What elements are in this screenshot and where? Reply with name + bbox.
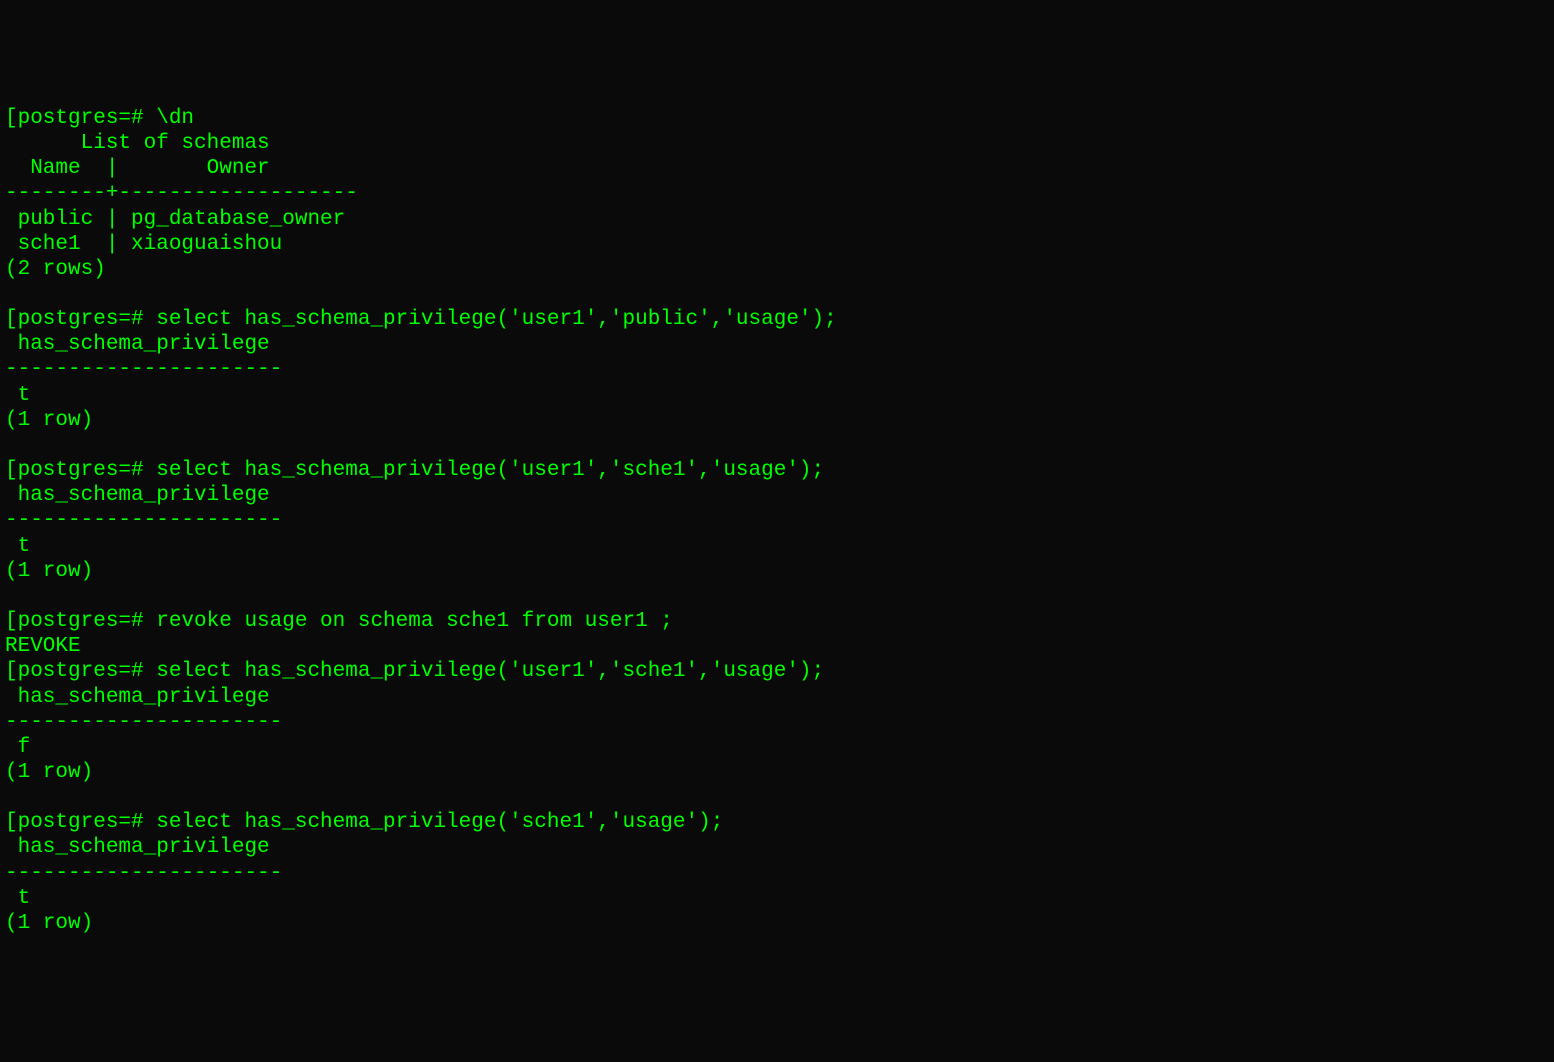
terminal-line: [postgres=# select has_schema_privilege(… xyxy=(5,307,1549,332)
terminal-line: (1 row) xyxy=(5,408,1549,433)
terminal-line: [postgres=# select has_schema_privilege(… xyxy=(5,810,1549,835)
terminal-line: has_schema_privilege xyxy=(5,332,1549,357)
terminal-line: [postgres=# revoke usage on schema sche1… xyxy=(5,609,1549,634)
terminal-line: (2 rows) xyxy=(5,257,1549,282)
terminal-line: [postgres=# select has_schema_privilege(… xyxy=(5,458,1549,483)
terminal-output[interactable]: [postgres=# \dn List of schemas Name | O… xyxy=(5,106,1549,936)
terminal-line: Name | Owner xyxy=(5,156,1549,181)
terminal-line: [postgres=# select has_schema_privilege(… xyxy=(5,659,1549,684)
terminal-line: f xyxy=(5,735,1549,760)
terminal-line: ---------------------- xyxy=(5,710,1549,735)
terminal-line xyxy=(5,785,1549,810)
terminal-line: REVOKE xyxy=(5,634,1549,659)
terminal-line: (1 row) xyxy=(5,559,1549,584)
terminal-line: t xyxy=(5,886,1549,911)
terminal-line: t xyxy=(5,383,1549,408)
terminal-line xyxy=(5,282,1549,307)
terminal-line: public | pg_database_owner xyxy=(5,207,1549,232)
terminal-line: (1 row) xyxy=(5,911,1549,936)
terminal-line: ---------------------- xyxy=(5,861,1549,886)
terminal-line: (1 row) xyxy=(5,760,1549,785)
terminal-line: --------+------------------- xyxy=(5,181,1549,206)
terminal-line: has_schema_privilege xyxy=(5,835,1549,860)
terminal-line: has_schema_privilege xyxy=(5,483,1549,508)
terminal-line: ---------------------- xyxy=(5,508,1549,533)
terminal-line: List of schemas xyxy=(5,131,1549,156)
terminal-line: sche1 | xiaoguaishou xyxy=(5,232,1549,257)
terminal-line: ---------------------- xyxy=(5,357,1549,382)
terminal-line: [postgres=# \dn xyxy=(5,106,1549,131)
terminal-line xyxy=(5,433,1549,458)
terminal-line: t xyxy=(5,534,1549,559)
terminal-line: has_schema_privilege xyxy=(5,685,1549,710)
terminal-line xyxy=(5,584,1549,609)
